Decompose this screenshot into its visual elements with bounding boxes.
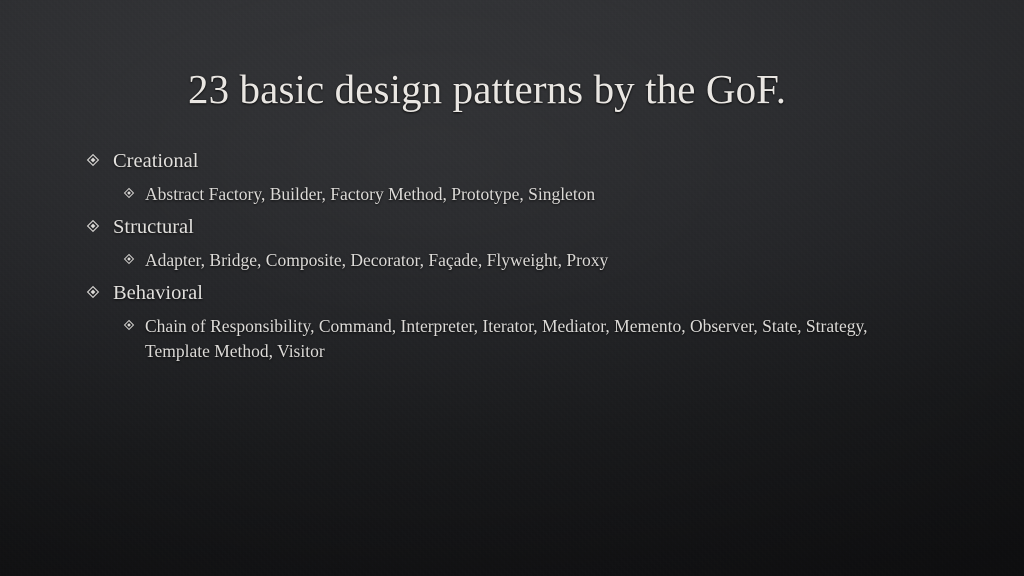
pattern-category-list: Creational Abstract Factory, Builder, Fa… — [0, 148, 960, 371]
diamond-bullet-icon — [86, 153, 100, 167]
slide-content: 23 basic design patterns by the GoF. Cre… — [0, 0, 1024, 576]
list-item-patterns-structural: Adapter, Bridge, Composite, Decorator, F… — [0, 248, 960, 272]
diamond-bullet-icon — [123, 320, 135, 331]
category-label: Creational — [113, 150, 199, 172]
list-item-category-structural: Structural — [0, 214, 960, 241]
list-item-patterns-behavioral: Chain of Responsibility, Command, Interp… — [0, 314, 960, 362]
diamond-bullet-icon — [123, 254, 135, 265]
diamond-bullet-icon — [86, 286, 100, 299]
presentation-slide: 23 basic design patterns by the GoF. Cre… — [0, 0, 1024, 576]
category-label: Behavioral — [113, 282, 203, 305]
page-title: 23 basic design patterns by the GoF. — [188, 66, 787, 112]
patterns-label: Chain of Responsibility, Command, Interp… — [145, 316, 868, 361]
list-item-patterns-creational: Abstract Factory, Builder, Factory Metho… — [0, 182, 960, 206]
diamond-bullet-icon — [123, 187, 135, 199]
category-label: Structural — [113, 216, 194, 239]
diamond-bullet-icon — [86, 220, 100, 233]
patterns-label: Adapter, Bridge, Composite, Decorator, F… — [145, 250, 609, 271]
list-item-category-behavioral: Behavioral — [0, 280, 960, 307]
patterns-label: Abstract Factory, Builder, Factory Metho… — [145, 184, 596, 205]
list-item-category-creational: Creational — [0, 148, 960, 175]
